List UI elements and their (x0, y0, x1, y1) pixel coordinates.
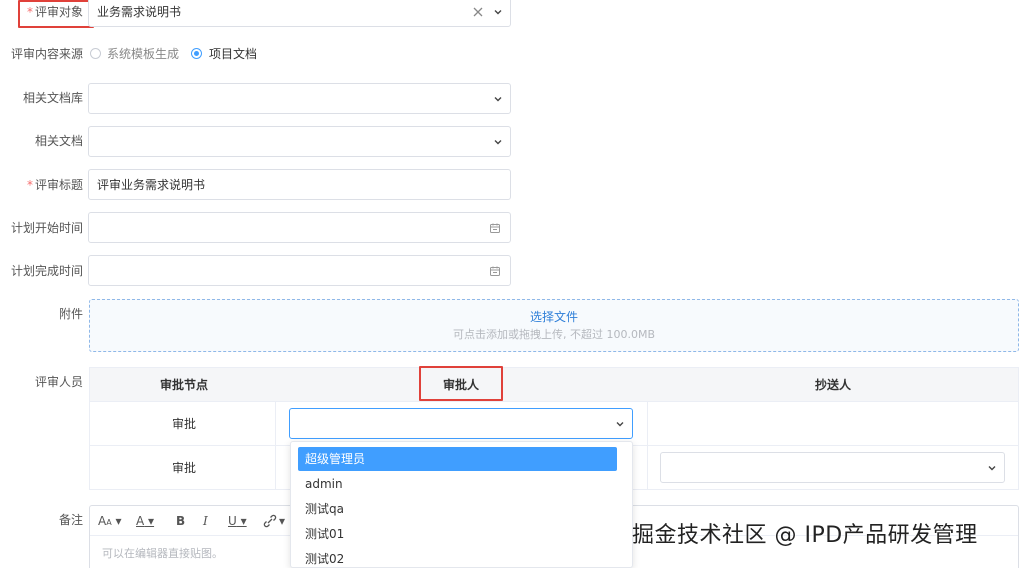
attachment-label: 附件 (58, 307, 83, 321)
review-title-label: 评审标题 (0, 177, 83, 193)
calendar-icon[interactable] (489, 265, 501, 277)
watermark-text: 掘金技术社区 @ IPD产品研发管理 (632, 523, 978, 548)
file-upload-area[interactable]: 选择文件 可点击添加或拖拽上传, 不超过 100.0MB (89, 299, 1019, 352)
italic-button[interactable]: I (203, 513, 208, 529)
font-color-button[interactable]: A ▾ (136, 513, 154, 529)
radio-project-doc-label[interactable]: 项目文档 (209, 46, 257, 62)
approver-select[interactable] (289, 408, 633, 439)
select-file-link[interactable]: 选择文件 (90, 309, 1018, 325)
header-node: 审批节点 (160, 378, 209, 392)
doc-library-select[interactable] (88, 83, 511, 114)
dropdown-option[interactable]: 测试01 (298, 522, 617, 546)
review-object-value: 业务需求说明书 (97, 5, 182, 19)
chevron-down-icon[interactable] (614, 418, 626, 430)
editor-placeholder: 可以在编辑器直接贴图。 (102, 547, 223, 560)
upload-hint: 可点击添加或拖拽上传, 不超过 100.0MB (452, 328, 656, 341)
chevron-down-icon[interactable] (492, 6, 504, 18)
chevron-down-icon[interactable]: ▾ (279, 513, 285, 529)
review-object-select[interactable]: 业务需求说明书 (88, 0, 511, 27)
node-cell: 审批 (172, 417, 197, 431)
radio-template[interactable] (90, 48, 101, 59)
calendar-icon[interactable] (489, 222, 501, 234)
review-title-value: 评审业务需求说明书 (97, 178, 206, 192)
link-icon[interactable] (262, 514, 278, 532)
clear-icon[interactable] (472, 6, 484, 18)
dropdown-option[interactable]: 超级管理员 (298, 447, 617, 471)
plan-start-label: 计划开始时间 (10, 221, 83, 235)
dropdown-option[interactable]: 测试qa (298, 497, 617, 521)
highlight-box-approver (419, 366, 503, 401)
approver-dropdown-menu: 超级管理员 admin 测试qa 测试01 测试02 (290, 441, 633, 568)
column-divider (275, 402, 276, 490)
doc-library-label: 相关文档库 (22, 91, 83, 105)
chevron-down-icon[interactable] (492, 93, 504, 105)
bold-button[interactable]: B (176, 513, 185, 529)
table-header: 审批节点 审批人 抄送人 (90, 368, 1018, 402)
plan-start-datepicker[interactable] (88, 212, 511, 243)
review-title-input[interactable]: 评审业务需求说明书 (88, 169, 511, 200)
radio-template-label[interactable]: 系统模板生成 (107, 46, 179, 62)
column-divider (647, 402, 648, 490)
plan-end-label: 计划完成时间 (10, 264, 83, 278)
chevron-down-icon[interactable] (492, 136, 504, 148)
plan-end-datepicker[interactable] (88, 255, 511, 286)
related-doc-select[interactable] (88, 126, 511, 157)
review-object-label: 评审对象 (0, 4, 83, 20)
related-doc-label: 相关文档 (34, 134, 83, 148)
content-source-label: 评审内容来源 (10, 47, 83, 61)
remarks-label: 备注 (58, 513, 83, 527)
dropdown-option[interactable]: 测试02 (298, 547, 617, 567)
font-size-button[interactable]: AA ▾ (98, 513, 122, 531)
reviewers-label: 评审人员 (34, 375, 83, 389)
underline-button[interactable]: U ▾ (228, 513, 247, 529)
chevron-down-icon[interactable] (986, 462, 998, 474)
cc-select[interactable] (660, 452, 1005, 483)
node-cell: 审批 (172, 461, 197, 475)
header-cc: 抄送人 (815, 378, 852, 392)
radio-project-doc[interactable] (191, 48, 202, 59)
dropdown-option[interactable]: admin (298, 472, 617, 496)
